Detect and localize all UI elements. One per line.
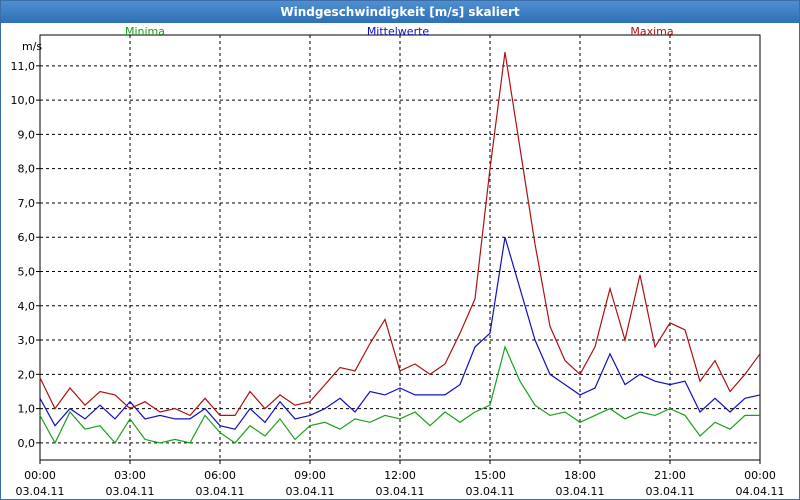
- x-tick-time: 00:00: [744, 469, 776, 482]
- legend-mittelwerte: Mittelwerte: [367, 25, 430, 38]
- y-tick-label: 0,0: [18, 437, 36, 450]
- y-tick-label: 7,0: [18, 197, 36, 210]
- x-tick-date: 03.04.11: [16, 485, 65, 498]
- x-tick-date: 04.04.11: [736, 485, 785, 498]
- x-tick-time: 06:00: [204, 469, 236, 482]
- y-tick-label: 6,0: [18, 231, 36, 244]
- x-tick-time: 21:00: [654, 469, 686, 482]
- y-tick-label: 9,0: [18, 128, 36, 141]
- y-tick-label: 2,0: [18, 368, 36, 381]
- y-axis-label: m/s: [22, 40, 42, 53]
- x-tick-time: 09:00: [294, 469, 326, 482]
- y-tick-label: 11,0: [11, 60, 36, 73]
- x-tick-date: 03.04.11: [466, 485, 515, 498]
- y-tick-label: 10,0: [11, 94, 36, 107]
- x-tick-time: 18:00: [564, 469, 596, 482]
- y-tick-label: 4,0: [18, 300, 36, 313]
- x-tick-time: 03:00: [114, 469, 146, 482]
- y-axis-ticks: 0,0 1,0 2,0 3,0 4,0 5,0 6,0 7,0 8,0 9,0 10,0 11,0: [11, 60, 40, 450]
- x-tick-date: 03.04.11: [286, 485, 335, 498]
- x-tick-time: 00:00: [24, 469, 56, 482]
- wind-speed-chart: 0,0 1,0 2,0 3,0 4,0 5,0 6,0 7,0 8,0 9,0 10,0 11,0 0…: [11, 25, 785, 498]
- legend-maxima: Maxima: [630, 25, 673, 38]
- y-tick-label: 3,0: [18, 334, 36, 347]
- legend-minima: Minima: [125, 25, 165, 38]
- x-tick-date: 03.04.11: [196, 485, 245, 498]
- y-tick-label: 8,0: [18, 163, 36, 176]
- x-tick-time: 15:00: [474, 469, 506, 482]
- x-tick-time: 12:00: [384, 469, 416, 482]
- x-axis-ticks: 00:00 03.04.11 03:00 03.04.11 06:00 03.04.11 0…: [16, 460, 785, 498]
- x-tick-date: 03.04.11: [376, 485, 425, 498]
- x-tick-date: 03.04.11: [556, 485, 605, 498]
- y-tick-label: 5,0: [18, 265, 36, 278]
- y-tick-label: 1,0: [18, 403, 36, 416]
- x-tick-date: 03.04.11: [646, 485, 695, 498]
- x-tick-date: 03.04.11: [106, 485, 155, 498]
